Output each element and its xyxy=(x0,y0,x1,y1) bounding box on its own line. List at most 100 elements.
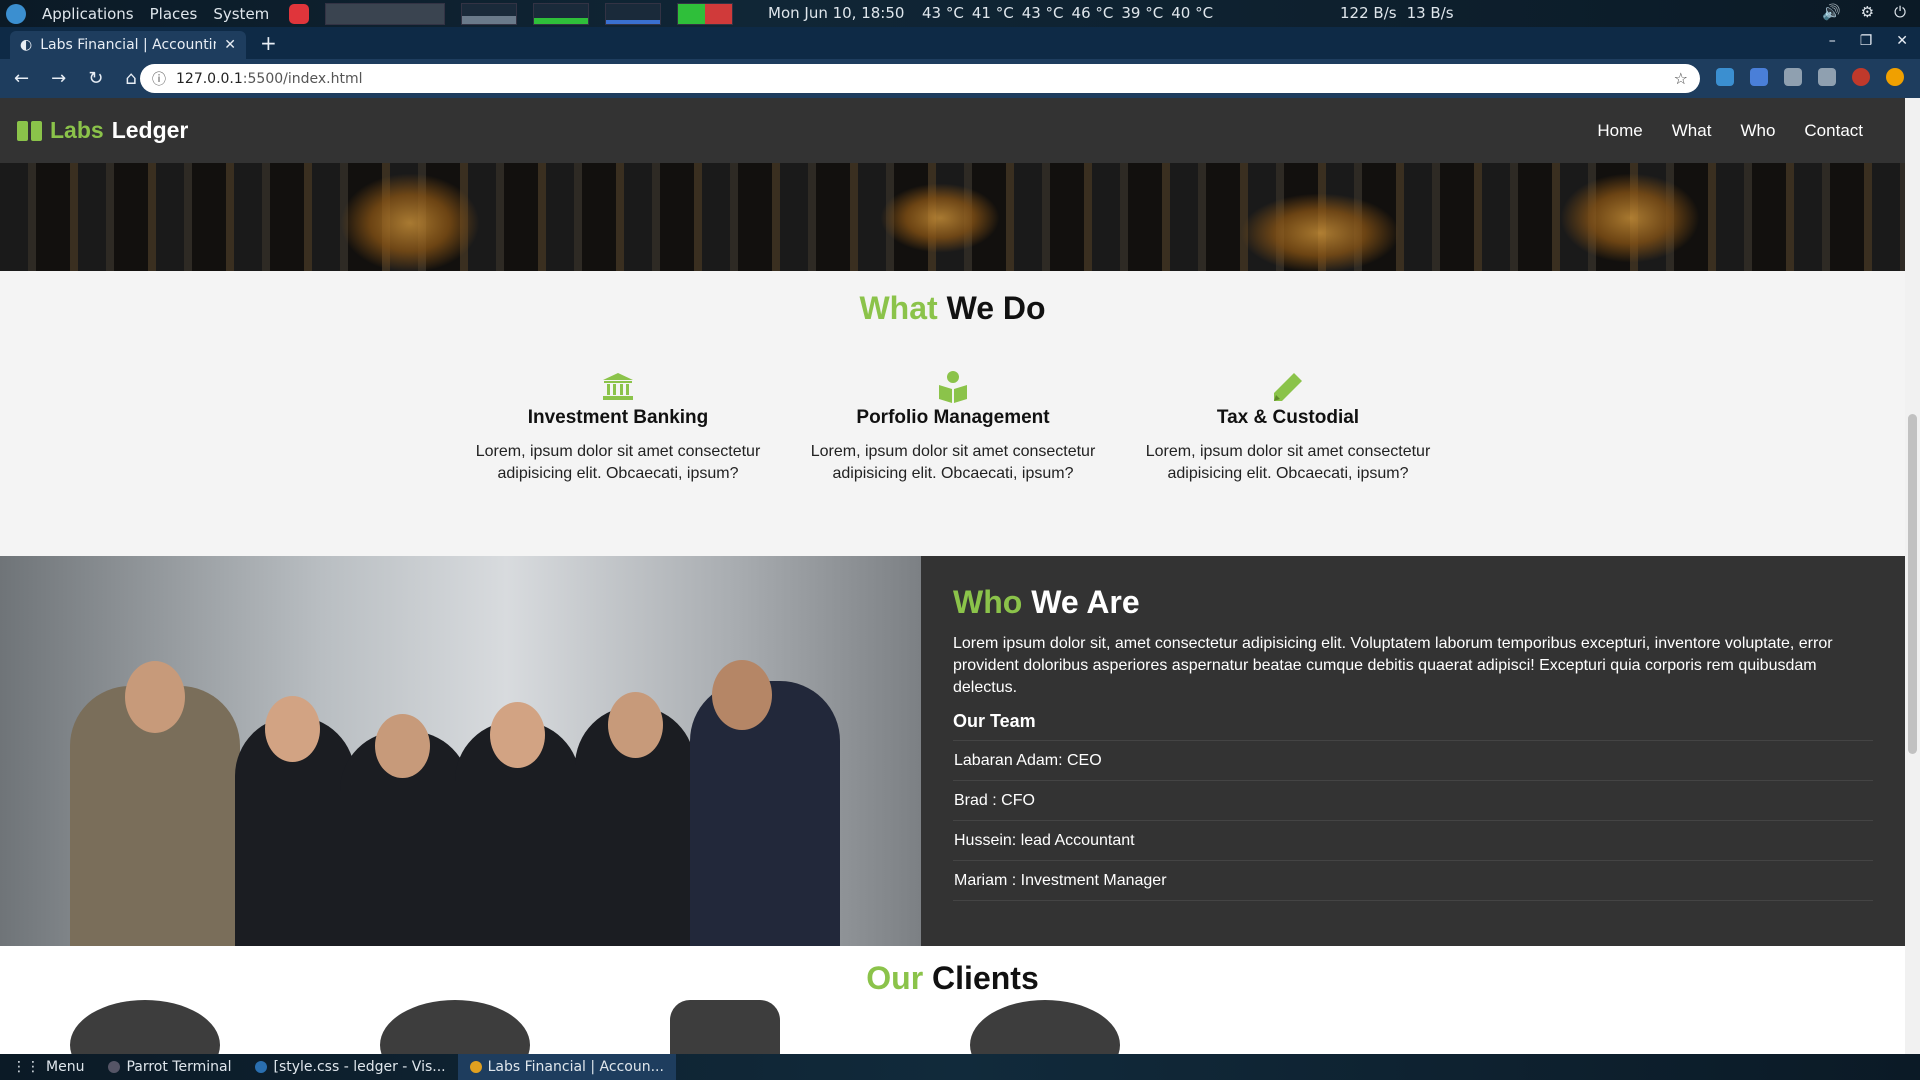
team-photo xyxy=(0,556,921,946)
brand-logo[interactable]: Labs Ledger xyxy=(0,117,188,144)
menu-button[interactable]: ⋮⋮ Menu xyxy=(0,1054,96,1080)
temp-reading: 43 °C xyxy=(1021,4,1064,22)
system-menu[interactable]: System xyxy=(213,5,269,23)
bottom-taskbar: ⋮⋮ Menu Parrot Terminal [style.css - led… xyxy=(0,1054,1920,1080)
client-logo xyxy=(70,1000,220,1054)
clock[interactable]: Mon Jun 10, 18:50 xyxy=(768,4,904,22)
nav-contact[interactable]: Contact xyxy=(1804,121,1863,141)
team-list: Labaran Adam: CEO Brad : CFO Hussein: le… xyxy=(953,740,1873,901)
translate-icon[interactable] xyxy=(1750,68,1768,86)
main-nav: Home What Who Contact xyxy=(1597,121,1863,141)
applications-menu[interactable]: Applications xyxy=(42,5,134,23)
net-up-speed: 13 B/s xyxy=(1406,4,1454,22)
taskbar-item-label: Parrot Terminal xyxy=(126,1059,232,1075)
memory-graph-icon xyxy=(533,2,590,25)
service-title: Porfolio Management xyxy=(856,407,1050,428)
temp-reading: 43 °C xyxy=(922,4,964,22)
book-reader-icon xyxy=(803,371,1103,403)
terminal-icon xyxy=(108,1061,121,1073)
extensions xyxy=(1716,68,1904,86)
service-card: Tax & Custodial Lorem, ipsum dolor sit a… xyxy=(1138,371,1438,485)
cpu-graph-icon xyxy=(461,2,518,25)
team-heading: Our Team xyxy=(953,711,1036,731)
launcher-icon[interactable] xyxy=(289,3,310,24)
client-logo xyxy=(970,1000,1120,1054)
menu-label: Menu xyxy=(46,1059,85,1075)
network-speed: 122 B/s 13 B/s xyxy=(1340,4,1454,22)
scrollbar-thumb[interactable] xyxy=(1908,414,1917,754)
system-top-panel: Applications Places System Mon Jun 10, 1… xyxy=(0,0,1920,27)
team-member: Labaran Adam: CEO xyxy=(953,741,1873,781)
taskbar-item-vscode[interactable]: [style.css - ledger - Vis... xyxy=(243,1054,457,1080)
nav-what[interactable]: What xyxy=(1672,121,1712,141)
team-member: Hussein: lead Accountant xyxy=(953,821,1873,861)
browser-toolbar: ← → ↻ ⌂ ⓘ 127.0.0.1:5500/index.html ☆ xyxy=(0,59,1920,98)
load-graph-icon xyxy=(677,2,734,25)
extension-icon[interactable] xyxy=(1784,68,1802,86)
window-preview-icon[interactable] xyxy=(325,2,446,25)
team-member: Mariam : Investment Manager xyxy=(953,861,1873,901)
new-tab-button[interactable]: + xyxy=(260,31,277,55)
service-title: Tax & Custodial xyxy=(1216,407,1360,428)
service-text: Lorem, ipsum dolor sit amet consectetur … xyxy=(1145,443,1431,482)
minimize-icon[interactable]: – xyxy=(1829,33,1836,49)
extension-icon[interactable] xyxy=(1716,68,1734,86)
pencil-icon xyxy=(1138,371,1438,403)
taskbar-item-label: [style.css - ledger - Vis... xyxy=(273,1059,446,1075)
chrome-icon xyxy=(469,1061,482,1073)
parrot-logo-icon[interactable] xyxy=(6,3,26,24)
hero-city-image xyxy=(0,163,1905,273)
power-icon[interactable]: ⏻ xyxy=(1894,3,1906,21)
nav-who[interactable]: Who xyxy=(1740,121,1775,141)
close-window-icon[interactable]: ✕ xyxy=(1896,33,1908,49)
page-scrollbar[interactable] xyxy=(1905,98,1920,1054)
about-content: Who We Are Lorem ipsum dolor sit, amet c… xyxy=(953,584,1873,901)
places-menu[interactable]: Places xyxy=(150,5,198,23)
clients-title: Our Clients xyxy=(866,960,1039,996)
back-icon[interactable]: ← xyxy=(14,68,29,89)
service-card: Investment Banking Lorem, ipsum dolor si… xyxy=(468,371,768,485)
forward-icon[interactable]: → xyxy=(51,68,66,89)
maximize-icon[interactable]: ❐ xyxy=(1860,33,1873,49)
service-text: Lorem, ipsum dolor sit amet consectetur … xyxy=(475,443,761,482)
address-bar[interactable]: ⓘ 127.0.0.1:5500/index.html ☆ xyxy=(140,64,1700,93)
system-tray: 🔊 ⚙ ⏻ xyxy=(1822,3,1906,21)
info-icon[interactable]: ⓘ xyxy=(152,69,166,89)
clients-section: Our Clients xyxy=(0,946,1905,1054)
service-text: Lorem, ipsum dolor sit amet consectetur … xyxy=(810,443,1096,482)
taskbar-item-terminal[interactable]: Parrot Terminal xyxy=(96,1054,243,1080)
tab-title: Labs Financial | Accountin xyxy=(40,37,217,53)
profile-avatar-icon[interactable] xyxy=(1852,68,1870,86)
temp-reading: 46 °C xyxy=(1071,4,1114,22)
home-icon[interactable]: ⌂ xyxy=(125,68,136,89)
update-alert-icon[interactable] xyxy=(1886,68,1904,86)
client-logo xyxy=(670,1000,780,1054)
book-icon xyxy=(17,120,42,141)
bookmark-star-icon[interactable]: ☆ xyxy=(1674,69,1688,88)
tab-labs-financial[interactable]: ◐ Labs Financial | Accountin ✕ xyxy=(10,31,246,59)
taskbar-item-label: Labs Financial | Accoun... xyxy=(487,1059,664,1075)
about-title: Who We Are xyxy=(953,584,1140,620)
temp-reading: 40 °C xyxy=(1171,4,1214,22)
window-controls: – ❐ ✕ xyxy=(1829,33,1908,49)
client-logo xyxy=(380,1000,530,1054)
net-down-speed: 122 B/s xyxy=(1340,4,1397,22)
taskbar-item-browser[interactable]: Labs Financial | Accoun... xyxy=(457,1054,676,1080)
settings-icon[interactable]: ⚙ xyxy=(1861,3,1874,21)
services-section: What We Do Investment Banking Lorem, ips… xyxy=(0,271,1905,556)
puzzle-icon[interactable] xyxy=(1818,68,1836,86)
temperature-readouts: 43 °C 41 °C 43 °C 46 °C 39 °C 40 °C xyxy=(922,4,1213,22)
about-paragraph: Lorem ipsum dolor sit, amet consectetur … xyxy=(953,635,1833,696)
bank-icon xyxy=(468,371,768,403)
brand-name: Ledger xyxy=(111,117,189,143)
grid-menu-icon: ⋮⋮ xyxy=(12,1059,40,1075)
favicon-icon: ◐ xyxy=(20,37,33,53)
brand-name-accent: Labs xyxy=(50,117,104,143)
reload-icon[interactable]: ↻ xyxy=(88,68,103,89)
volume-icon[interactable]: 🔊 xyxy=(1822,3,1841,21)
nav-home[interactable]: Home xyxy=(1597,121,1642,141)
close-tab-icon[interactable]: ✕ xyxy=(224,37,236,53)
site-header: Labs Ledger Home What Who Contact xyxy=(0,98,1905,163)
temp-reading: 39 °C xyxy=(1121,4,1164,22)
about-section: Who We Are Lorem ipsum dolor sit, amet c… xyxy=(0,556,1905,946)
